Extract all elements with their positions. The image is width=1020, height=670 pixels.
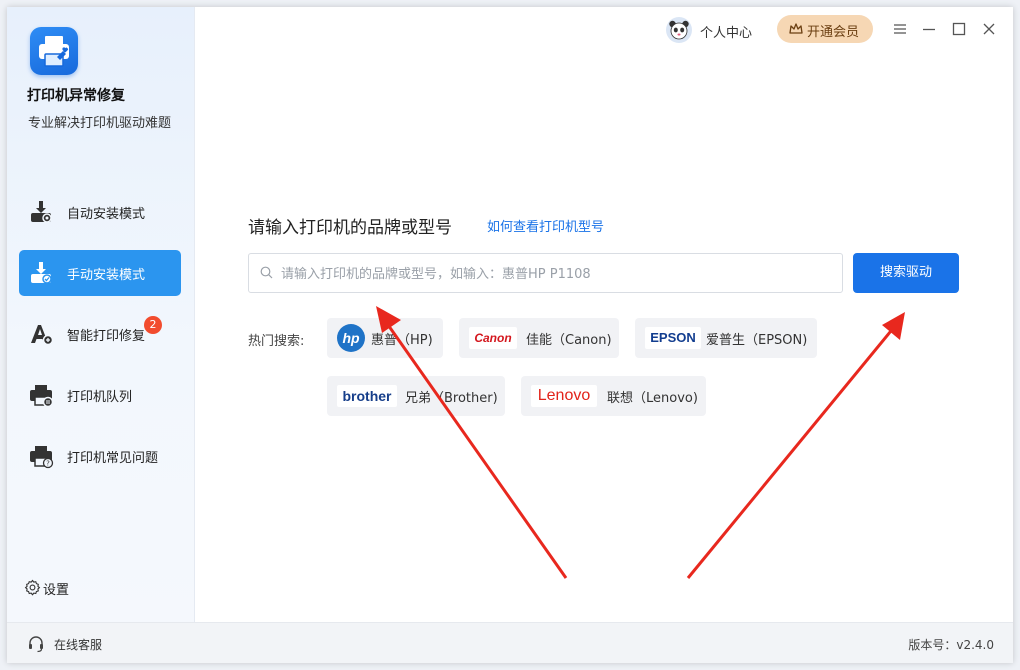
app-logo-printer-icon bbox=[30, 27, 78, 75]
gear-icon bbox=[24, 579, 41, 596]
epson-logo: EPSON bbox=[645, 327, 701, 349]
headset-icon bbox=[29, 636, 43, 653]
smart-repair-icon bbox=[31, 325, 54, 346]
brand-name: 联想（Lenovo) bbox=[607, 391, 698, 406]
search-box[interactable] bbox=[248, 253, 843, 293]
search-icon bbox=[260, 266, 273, 279]
maximize-icon[interactable] bbox=[951, 21, 967, 37]
sidebar-item-manual-install[interactable]: 手动安装模式 bbox=[19, 250, 181, 296]
brand-chip-epson[interactable]: EPSON 爱普生（EPSON) bbox=[635, 318, 817, 358]
vip-membership-button[interactable]: 开通会员 bbox=[777, 15, 873, 43]
sidebar-item-label: 自动安装模式 bbox=[67, 207, 146, 222]
crown-icon bbox=[789, 23, 803, 34]
brand-chip-lenovo[interactable]: Lenovo 联想（Lenovo) bbox=[521, 376, 706, 416]
print-queue-icon bbox=[30, 385, 54, 408]
online-service-label: 在线客服 bbox=[54, 638, 103, 652]
search-input[interactable] bbox=[279, 262, 833, 286]
sidebar: 打印机异常修复 专业解决打印机驱动难题 自动安装模式 手动安装模式 智能打印修复… bbox=[7, 7, 195, 622]
sidebar-item-label: 打印机队列 bbox=[67, 390, 133, 405]
footer-bar: 在线客服 版本号：v2.4.0 bbox=[7, 622, 1013, 663]
hot-search-label: 热门搜索: bbox=[248, 334, 305, 349]
canon-logo: Canon bbox=[469, 327, 517, 349]
brand-name: 佳能（Canon) bbox=[526, 333, 612, 348]
brand-name: 爱普生（EPSON) bbox=[706, 333, 808, 348]
sidebar-item-faq[interactable]: ? 打印机常见问题 bbox=[19, 433, 181, 479]
sidebar-item-label: 打印机常见问题 bbox=[67, 451, 159, 466]
sidebar-item-label: 智能打印修复 bbox=[67, 329, 146, 344]
vip-label: 开通会员 bbox=[807, 25, 860, 40]
sidebar-item-smart-repair[interactable]: 智能打印修复 2 bbox=[19, 311, 181, 357]
hp-logo: hp bbox=[337, 324, 365, 352]
app-name: 打印机异常修复 bbox=[27, 88, 125, 104]
auto-install-icon bbox=[31, 201, 52, 223]
brand-chip-hp[interactable]: hp 惠普（HP) bbox=[327, 318, 443, 358]
lenovo-logo: Lenovo bbox=[531, 385, 597, 407]
brand-name: 惠普（HP) bbox=[371, 333, 433, 348]
page-title: 请输入打印机的品牌或型号 bbox=[248, 218, 452, 238]
sidebar-item-print-queue[interactable]: 打印机队列 bbox=[19, 372, 181, 418]
manual-install-icon bbox=[31, 262, 52, 284]
notification-badge: 2 bbox=[144, 316, 162, 334]
settings-label: 设置 bbox=[43, 583, 70, 598]
close-icon[interactable] bbox=[981, 21, 997, 37]
brother-logo: brother bbox=[337, 385, 397, 407]
svg-text:?: ? bbox=[46, 460, 50, 468]
user-center-label: 个人中心 bbox=[700, 26, 753, 41]
printer-faq-icon: ? bbox=[30, 446, 54, 469]
brand-name: 兄弟（Brother) bbox=[405, 391, 498, 406]
app-subtitle: 专业解决打印机驱动难题 bbox=[28, 116, 172, 131]
app-window: 打印机异常修复 专业解决打印机驱动难题 自动安装模式 手动安装模式 智能打印修复… bbox=[7, 7, 1013, 663]
minimize-icon[interactable] bbox=[921, 21, 937, 37]
brand-chip-canon[interactable]: Canon 佳能（Canon) bbox=[459, 318, 619, 358]
sidebar-item-auto-install[interactable]: 自动安装模式 bbox=[19, 189, 181, 235]
how-to-find-model-link[interactable]: 如何查看打印机型号 bbox=[487, 216, 604, 235]
menu-icon[interactable] bbox=[892, 21, 908, 37]
panda-avatar-icon bbox=[666, 17, 692, 43]
sidebar-item-label: 手动安装模式 bbox=[67, 268, 146, 283]
brand-chip-brother[interactable]: brother 兄弟（Brother) bbox=[327, 376, 505, 416]
search-driver-button[interactable]: 搜索驱动 bbox=[853, 253, 959, 293]
version-label: 版本号：v2.4.0 bbox=[908, 638, 994, 652]
